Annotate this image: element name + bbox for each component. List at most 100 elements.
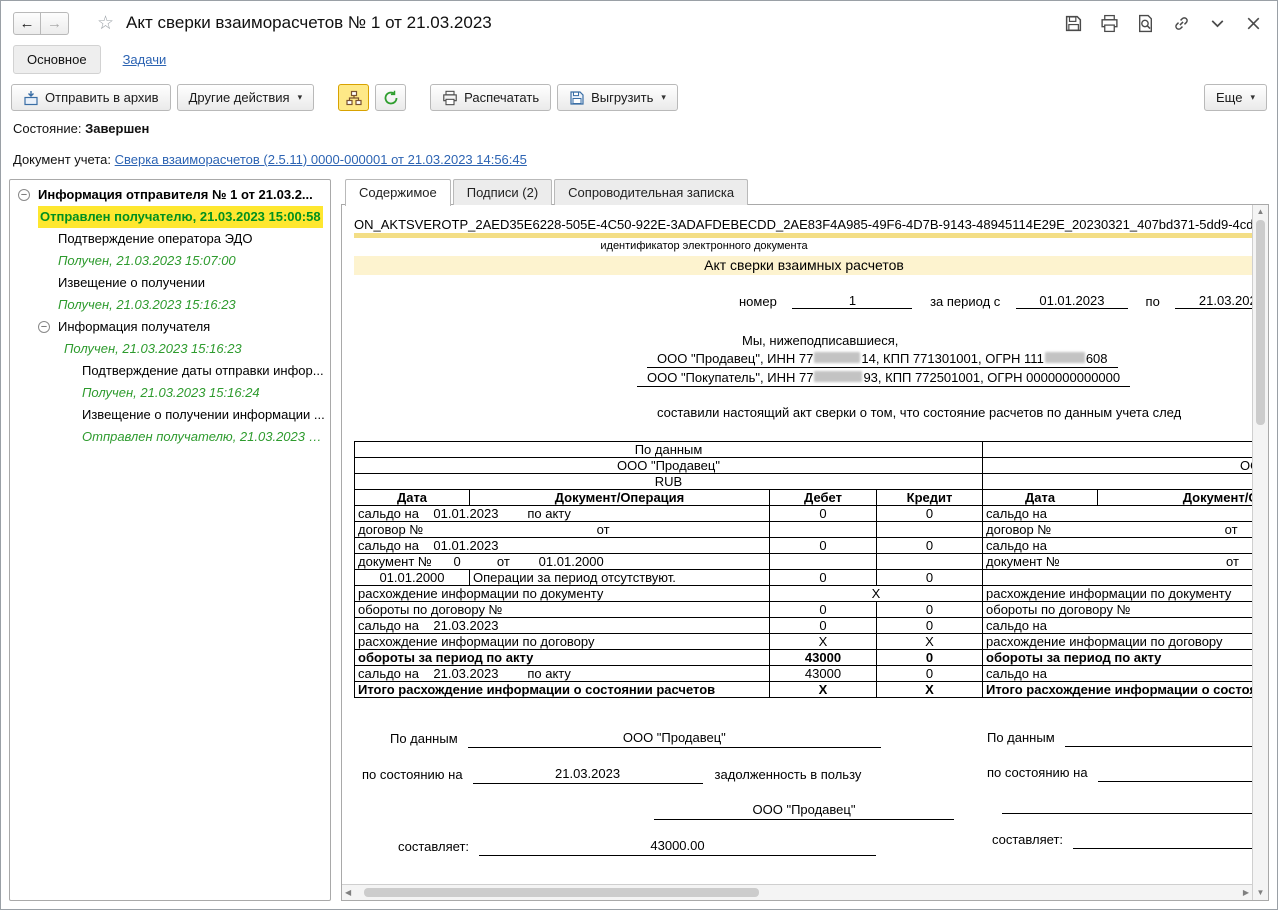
act-table-cell: RUB	[353, 473, 984, 490]
printer-icon	[443, 90, 457, 105]
tree-doc-item[interactable]: Извещение о получении информации ...	[10, 404, 330, 426]
scroll-up-icon[interactable]: ▲	[1257, 207, 1265, 217]
act-table-cell: 43000	[769, 649, 877, 666]
footer-as-of-label: по состоянию на	[362, 767, 463, 782]
scroll-right-icon[interactable]: ▶	[1243, 888, 1249, 898]
footer-as-of-value	[1097, 767, 1252, 782]
archive-button-label: Отправить в архив	[45, 90, 159, 105]
tasks-link[interactable]: Задачи	[123, 52, 167, 67]
refresh-button[interactable]	[375, 84, 407, 111]
export-button-label: Выгрузить	[591, 90, 654, 105]
act-table-cell: сальдо на 01.01.2023	[354, 537, 770, 554]
act-table-cell: сальдо на 01.01.2023 по акту	[354, 505, 770, 522]
footer-by-data-label: По данным	[987, 730, 1055, 745]
scroll-left-icon[interactable]: ◀	[345, 888, 351, 898]
tree-item-label: Информация получателя	[58, 319, 211, 334]
tree-item-label: Получен, 21.03.2023 15:16:24	[82, 385, 260, 400]
tree-status-item[interactable]: Получен, 21.03.2023 15:16:23	[10, 338, 330, 360]
act-table-row: договор № от договор № от	[354, 521, 1252, 538]
footer-amount-label: составляет:	[398, 839, 470, 854]
tree-status-item[interactable]: Отправлен получателю, 21.03.2023 15:00:5…	[10, 206, 330, 228]
identifier-caption: идентификатор электронного документа	[600, 240, 808, 252]
footer-org-value: ООО "Продавец"	[654, 801, 954, 820]
save-icon[interactable]	[1064, 14, 1083, 33]
document-viewport[interactable]: ON_AKTSVEROTP_2AED35E6228-505E-4C50-922E…	[342, 205, 1252, 884]
tree-item-label: Отправлен получателю, 21.03.2023 15:00:5…	[38, 206, 323, 228]
footer-amount-value	[1073, 834, 1252, 849]
act-table-row: сальдо на 01.01.2023 0 0 сальдо на	[354, 537, 1252, 554]
period-to-value: 21.03.2023	[1175, 293, 1252, 309]
act-table-cell: Операции за период отсутствуют.	[469, 569, 770, 586]
edo-identifier: ON_AKTSVEROTP_2AED35E6228-505E-4C50-922E…	[354, 217, 1252, 232]
tab-signatures[interactable]: Подписи (2)	[452, 179, 553, 205]
content-frame: ON_AKTSVEROTP_2AED35E6228-505E-4C50-922E…	[341, 204, 1269, 901]
structure-toggle-button[interactable]	[338, 84, 370, 111]
print-button-label: Распечатать	[464, 90, 540, 105]
footer-amount-value: 43000.00	[479, 837, 876, 856]
tree-item-label: Подтверждение даты отправки инфор...	[82, 363, 324, 378]
act-table-row: расхождение информации по документу Xрасх…	[354, 585, 1252, 602]
redacted-inn	[814, 371, 863, 382]
act-table-cell: 0	[875, 569, 984, 586]
act-table-cell: 0	[769, 569, 877, 586]
chevron-down-icon[interactable]	[1208, 14, 1227, 33]
act-table-cell: 0	[769, 505, 877, 522]
scroll-down-icon[interactable]: ▼	[1257, 888, 1265, 898]
forward-button[interactable]: →	[41, 11, 69, 35]
print-icon[interactable]	[1100, 14, 1119, 33]
act-table-row: 01.01.2000 Операции за период отсутствуют…	[354, 569, 1252, 586]
print-button[interactable]: Распечатать	[430, 84, 552, 111]
app-window: ← → ☆ Акт сверки взаиморасчетов № 1 от 2…	[0, 0, 1278, 910]
tree-doc-item[interactable]: Подтверждение оператора ЭДО	[10, 228, 330, 250]
act-table-cell: 43000	[769, 665, 877, 682]
tree-item-label: Получен, 21.03.2023 15:07:00	[58, 253, 236, 268]
tab-cover-note[interactable]: Сопроводительная записка	[554, 179, 749, 205]
more-button[interactable]: Еще ▾	[1204, 84, 1267, 111]
tree-doc-item[interactable]: − Информация получателя	[10, 316, 330, 338]
redacted-inn	[814, 352, 861, 363]
archive-button[interactable]: Отправить в архив	[11, 84, 171, 111]
collapse-icon[interactable]: −	[38, 321, 50, 333]
export-button[interactable]: Выгрузить ▾	[557, 84, 678, 111]
tree-status-item[interactable]: Отправлен получателю, 21.03.2023 15:16:2…	[10, 426, 330, 448]
tree-status-item[interactable]: Получен, 21.03.2023 15:16:24	[10, 382, 330, 404]
other-actions-button[interactable]: Другие действия ▾	[176, 84, 315, 111]
act-table-cell: 01.01.2000	[354, 569, 470, 586]
tree-item-label: Получен, 21.03.2023 15:16:23	[58, 297, 236, 312]
tree-doc-item[interactable]: Подтверждение даты отправки инфор...	[10, 360, 330, 382]
accounting-doc-link[interactable]: Сверка взаиморасчетов (2.5.11) 0000-0000…	[115, 152, 527, 167]
close-icon[interactable]	[1244, 14, 1263, 33]
footer-by-data-value: ООО "Продавец"	[467, 729, 881, 748]
preview-icon[interactable]	[1136, 14, 1155, 33]
link-icon[interactable]	[1172, 14, 1191, 33]
footer-as-of-label: по состоянию на	[987, 765, 1088, 780]
tree-status-item[interactable]: Получен, 21.03.2023 15:07:00	[10, 250, 330, 272]
tree-status-item[interactable]: Получен, 21.03.2023 15:16:23	[10, 294, 330, 316]
tab-content[interactable]: Содержимое	[345, 179, 451, 206]
act-table-cell: документ № 0 от 01.01.2000	[354, 553, 770, 570]
horizontal-scrollbar[interactable]: ◀ ▶	[342, 884, 1252, 900]
seller-text: ООО "Продавец", ИНН 77	[657, 351, 814, 366]
vertical-scrollbar[interactable]: ▲ ▼	[1252, 205, 1268, 900]
caret-down-icon: ▾	[297, 92, 303, 102]
act-table-cell: 0	[769, 601, 877, 618]
act-table-cell: сальдо на	[982, 665, 1252, 682]
act-table-row: расхождение информации по договору X Xрасх…	[354, 633, 1252, 650]
back-button[interactable]: ←	[13, 11, 41, 35]
tree-doc-item[interactable]: Извещение о получении	[10, 272, 330, 294]
favorite-star-icon[interactable]: ☆	[97, 12, 114, 35]
act-table-cell: сальдо на 21.03.2023 по акту	[354, 665, 770, 682]
caret-down-icon: ▾	[1250, 92, 1255, 102]
act-table-cell: документ № от	[982, 553, 1252, 570]
act-table-row: сальдо на 21.03.2023 по акту 43000 0 сальдо…	[354, 665, 1252, 682]
toolbar: Отправить в архив Другие действия ▾ Расп…	[1, 82, 1277, 119]
titlebar: ← → ☆ Акт сверки взаиморасчетов № 1 от 2…	[1, 1, 1277, 45]
collapse-icon[interactable]: −	[18, 189, 30, 201]
act-table-cell: Дата	[354, 489, 470, 506]
tree-doc-item[interactable]: − Информация отправителя № 1 от 21.03.2..…	[10, 184, 330, 206]
act-table-cell: обороты по договору №	[354, 601, 770, 618]
horizontal-scroll-thumb[interactable]	[364, 888, 759, 897]
vertical-scroll-thumb[interactable]	[1256, 220, 1265, 425]
tab-main[interactable]: Основное	[13, 45, 101, 74]
act-table-cell: Дебет	[769, 489, 877, 506]
